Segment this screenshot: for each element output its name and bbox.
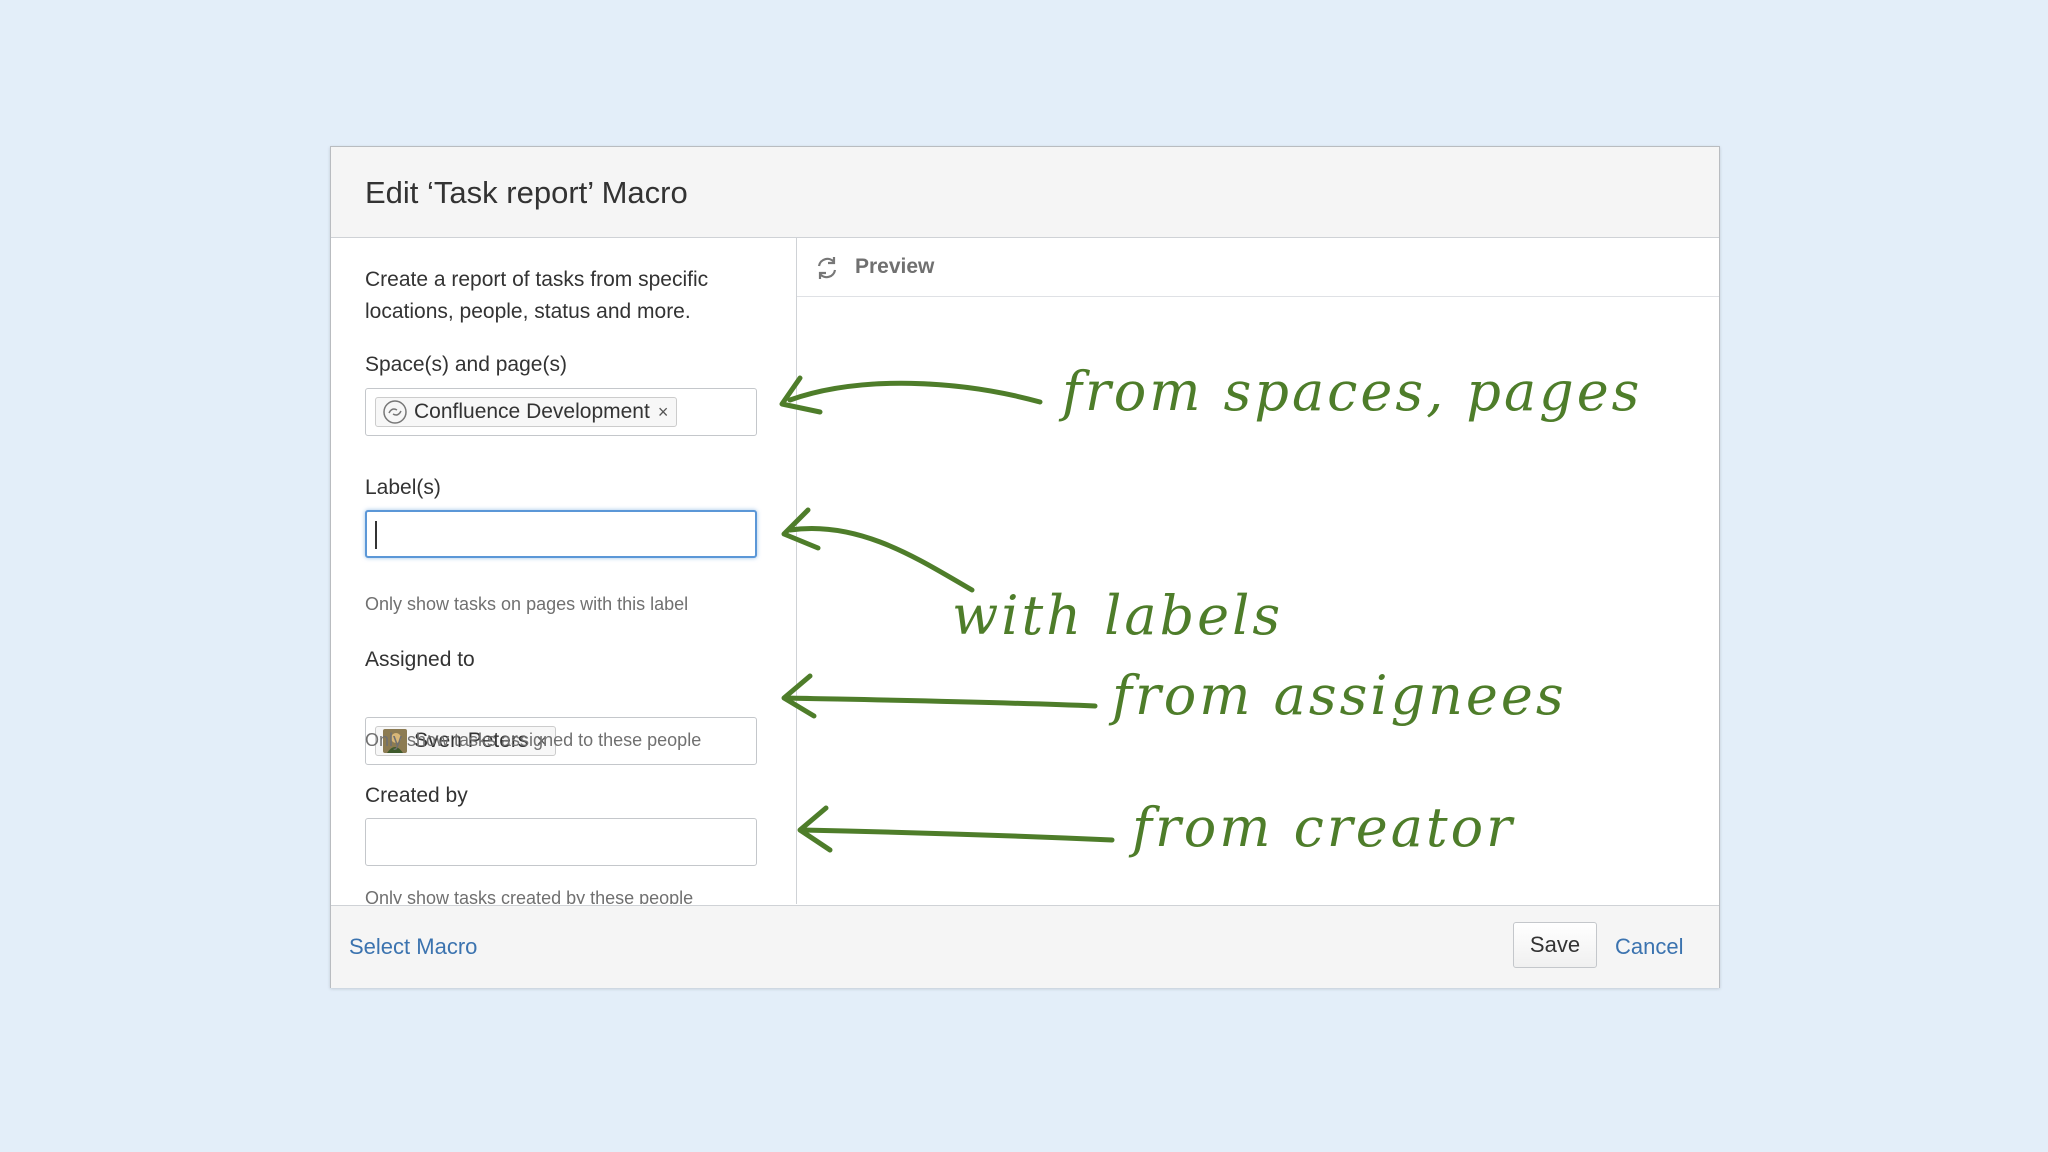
dialog-header: Edit ‘Task report’ Macro	[331, 147, 1719, 238]
space-token[interactable]: Confluence Development ×	[375, 397, 678, 427]
save-button[interactable]: Save	[1513, 922, 1597, 968]
macro-description: Create a report of tasks from specific l…	[365, 268, 709, 323]
macro-parameters-panel: Create a report of tasks from specific l…	[331, 238, 797, 904]
text-caret	[375, 521, 377, 549]
space-token-label: Confluence Development	[414, 400, 650, 423]
space-icon	[382, 399, 408, 425]
labels-input[interactable]	[365, 510, 757, 558]
edit-macro-dialog: Edit ‘Task report’ Macro Create a report…	[330, 146, 1720, 988]
refresh-icon[interactable]	[813, 254, 841, 282]
cancel-link[interactable]: Cancel	[1615, 934, 1683, 960]
assigned-hint: Only show tasks assigned to these people	[365, 730, 702, 750]
labels-hint: Only show tasks on pages with this label	[365, 594, 689, 614]
annotation-labels: with labels	[952, 584, 1284, 647]
preview-header: Preview	[797, 238, 1719, 297]
dialog-title: Edit ‘Task report’ Macro	[365, 175, 688, 210]
dialog-footer: Select Macro Save Cancel	[331, 905, 1719, 988]
labels-field-label: Label(s)	[365, 476, 441, 499]
spaces-field[interactable]: Confluence Development ×	[365, 388, 757, 436]
preview-label: Preview	[855, 255, 935, 278]
select-macro-link[interactable]: Select Macro	[349, 934, 477, 960]
annotation-creator: from creator	[1132, 796, 1515, 859]
created-by-input[interactable]	[365, 818, 757, 866]
remove-space-icon[interactable]: ×	[658, 402, 669, 423]
spaces-field-label: Space(s) and page(s)	[365, 353, 567, 376]
created-hint: Only show tasks created by these people	[365, 888, 694, 904]
annotation-spaces: from spaces, pages	[1062, 360, 1643, 423]
created-field-label: Created by	[365, 784, 468, 807]
annotation-assignees: from assignees	[1112, 664, 1567, 727]
assigned-field-label: Assigned to	[365, 648, 475, 671]
